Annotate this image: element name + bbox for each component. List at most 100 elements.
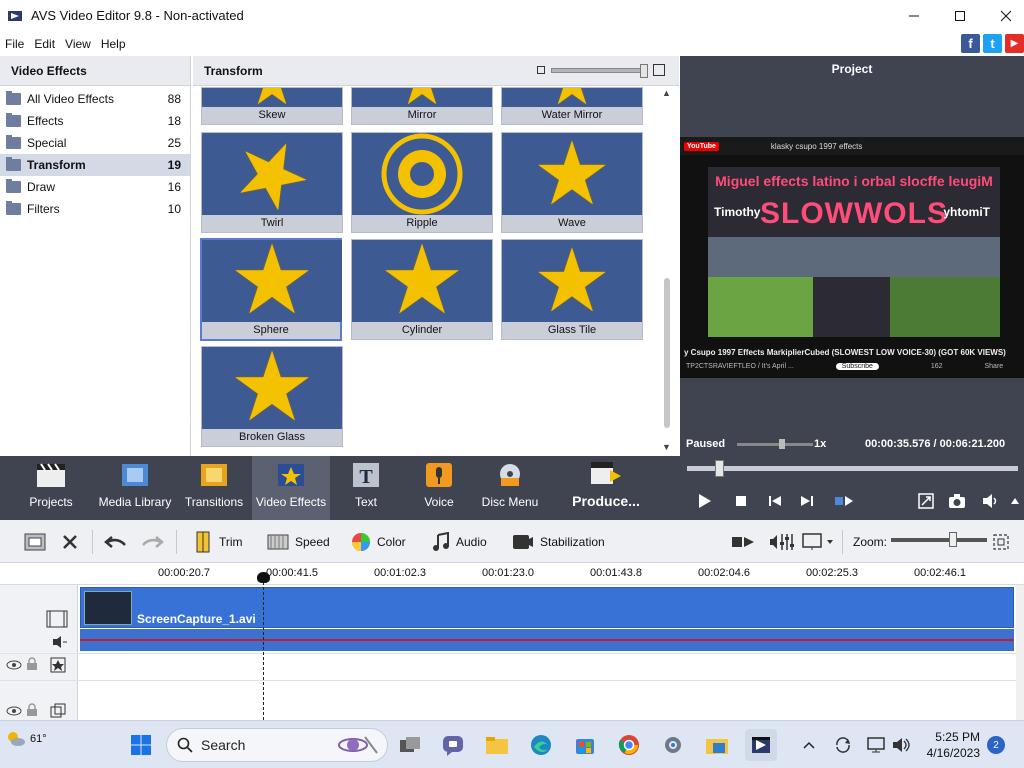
previous-frame-icon[interactable]	[765, 492, 785, 510]
stabilization-button[interactable]: Stabilization	[512, 520, 605, 563]
effect-tile-ripple[interactable]: Ripple	[351, 132, 493, 233]
settings-gear-icon[interactable]	[657, 729, 689, 761]
color-button[interactable]: Color	[351, 520, 406, 563]
eye-icon[interactable]	[6, 705, 22, 720]
thumbnail-size-slider[interactable]	[551, 63, 648, 78]
teams-chat-icon[interactable]	[437, 729, 469, 761]
timeline-zoom-slider[interactable]	[891, 532, 987, 547]
video-effects-button[interactable]: Video Effects	[252, 456, 330, 520]
storyboard-toggle[interactable]	[24, 520, 46, 563]
speed-button[interactable]: Speed	[267, 520, 330, 563]
split-audio-button[interactable]	[731, 520, 755, 563]
effect-tile-broken-glass[interactable]: ★ Broken Glass	[201, 346, 343, 447]
scrollbar-thumb[interactable]	[664, 278, 670, 428]
maximize-button[interactable]	[937, 0, 983, 31]
sync-icon[interactable]	[829, 729, 857, 761]
network-icon[interactable]	[863, 729, 889, 761]
effect-tile-water-mirror[interactable]: ★ Water Mirror	[501, 87, 643, 125]
next-frame-icon[interactable]	[797, 492, 817, 510]
avs-video-editor-taskbar-icon[interactable]	[745, 729, 777, 761]
lock-icon[interactable]	[26, 657, 38, 674]
weather-widget[interactable]: 61°	[6, 730, 47, 748]
category-special[interactable]: Special 25	[0, 132, 190, 154]
timeline-zoom-thumb[interactable]	[949, 532, 957, 547]
effect-tile-wave[interactable]: ★ Wave	[501, 132, 643, 233]
category-all-video-effects[interactable]: All Video Effects 88	[0, 88, 190, 110]
seek-thumb[interactable]	[715, 460, 724, 477]
expand-preview-icon[interactable]	[916, 492, 936, 510]
show-hidden-icons-chevron[interactable]	[797, 729, 821, 761]
taskbar-search[interactable]: Search	[166, 728, 388, 762]
twitter-icon[interactable]: t	[983, 34, 1002, 53]
volume-up-icon[interactable]	[1008, 492, 1022, 510]
start-button[interactable]	[125, 729, 157, 761]
trim-button[interactable]: Trim	[193, 520, 243, 563]
folder-icon	[6, 157, 21, 171]
fit-timeline-button[interactable]	[993, 520, 1009, 563]
stop-icon[interactable]	[731, 492, 751, 510]
scroll-down-icon[interactable]: ▼	[662, 442, 671, 452]
menu-file[interactable]: File	[0, 37, 29, 51]
speed-slider[interactable]	[737, 439, 813, 449]
menu-edit[interactable]: Edit	[29, 37, 60, 51]
close-button[interactable]	[983, 0, 1024, 31]
aspect-ratio-dropdown[interactable]	[802, 520, 834, 563]
preview-seek-bar[interactable]	[687, 460, 1018, 477]
volume-icon[interactable]	[981, 492, 1001, 510]
effect-tile-cylinder[interactable]: ★ Cylinder	[351, 239, 493, 340]
effects-grid-scrollbar[interactable]: ▲ ▼	[662, 88, 671, 454]
category-transform[interactable]: Transform 19	[0, 154, 190, 176]
scroll-up-icon[interactable]: ▲	[662, 88, 671, 98]
media-library-button[interactable]: Media Library	[98, 456, 172, 520]
facebook-icon[interactable]: f	[961, 34, 980, 53]
play-icon[interactable]	[695, 492, 715, 510]
preview-video-title: y Csupo 1997 Effects MarkiplierCubed (SL…	[684, 348, 1006, 357]
small-thumbnails-icon[interactable]	[537, 66, 545, 74]
edge-browser-icon[interactable]	[525, 729, 557, 761]
fullscreen-split-icon[interactable]	[834, 492, 854, 510]
projects-button[interactable]: Projects	[22, 456, 80, 520]
effect-tile-skew[interactable]: ★ Skew	[201, 87, 343, 125]
speaker-icon[interactable]	[889, 729, 915, 761]
timeline-vertical-scrollbar[interactable]	[1016, 585, 1024, 720]
video-preview[interactable]: YouTube klasky csupo 1997 effects Miguel…	[680, 137, 1024, 378]
lock-icon[interactable]	[26, 703, 38, 720]
disc-menu-button[interactable]: Disc Menu	[480, 456, 540, 520]
audio-button[interactable]: Audio	[432, 520, 487, 563]
microsoft-store-icon[interactable]	[569, 729, 601, 761]
timeline-ruler[interactable]: 00:00:20.7 00:00:41.5 00:01:02.3 00:01:2…	[0, 563, 1024, 585]
category-effects[interactable]: Effects 18	[0, 110, 190, 132]
undo-button[interactable]	[104, 520, 128, 563]
eye-icon[interactable]	[6, 659, 22, 674]
notification-badge[interactable]: 2	[987, 736, 1005, 754]
effect-tile-glass-tile[interactable]: ★ Glass Tile	[501, 239, 643, 340]
system-clock[interactable]: 5:25 PM 4/16/2023	[922, 729, 980, 761]
transitions-button[interactable]: Transitions	[184, 456, 244, 520]
audio-mute-icon[interactable]	[52, 635, 68, 652]
file-manager-icon[interactable]	[701, 729, 733, 761]
audio-mixer-button[interactable]	[769, 520, 795, 563]
category-filters[interactable]: Filters 10	[0, 198, 190, 220]
menu-help[interactable]: Help	[96, 37, 131, 51]
snapshot-icon[interactable]	[947, 492, 967, 510]
file-explorer-icon[interactable]	[481, 729, 513, 761]
thumbnail-size-slider-thumb[interactable]	[640, 63, 648, 78]
youtube-icon[interactable]: ▶	[1005, 34, 1024, 53]
redo-button[interactable]	[140, 520, 164, 563]
effect-tile-sphere[interactable]: ★ Sphere	[200, 238, 342, 341]
menu-view[interactable]: View	[60, 37, 96, 51]
audio-clip[interactable]	[80, 629, 1014, 651]
chrome-browser-icon[interactable]	[613, 729, 645, 761]
large-thumbnails-icon[interactable]	[653, 64, 665, 76]
minimize-button[interactable]	[891, 0, 937, 31]
task-view-icon[interactable]	[394, 729, 426, 761]
effect-tile-twirl[interactable]: ★ Twirl	[201, 132, 343, 233]
text-button[interactable]: T Text	[342, 456, 390, 520]
voice-button[interactable]: Voice	[414, 456, 464, 520]
delete-button[interactable]	[61, 520, 79, 563]
category-draw[interactable]: Draw 16	[0, 176, 190, 198]
playhead-handle[interactable]	[257, 572, 270, 583]
effect-tile-mirror[interactable]: ★ Mirror	[351, 87, 493, 125]
produce-button[interactable]: Produce...	[568, 456, 644, 520]
video-clip[interactable]: ScreenCapture_1.avi	[80, 587, 1014, 628]
